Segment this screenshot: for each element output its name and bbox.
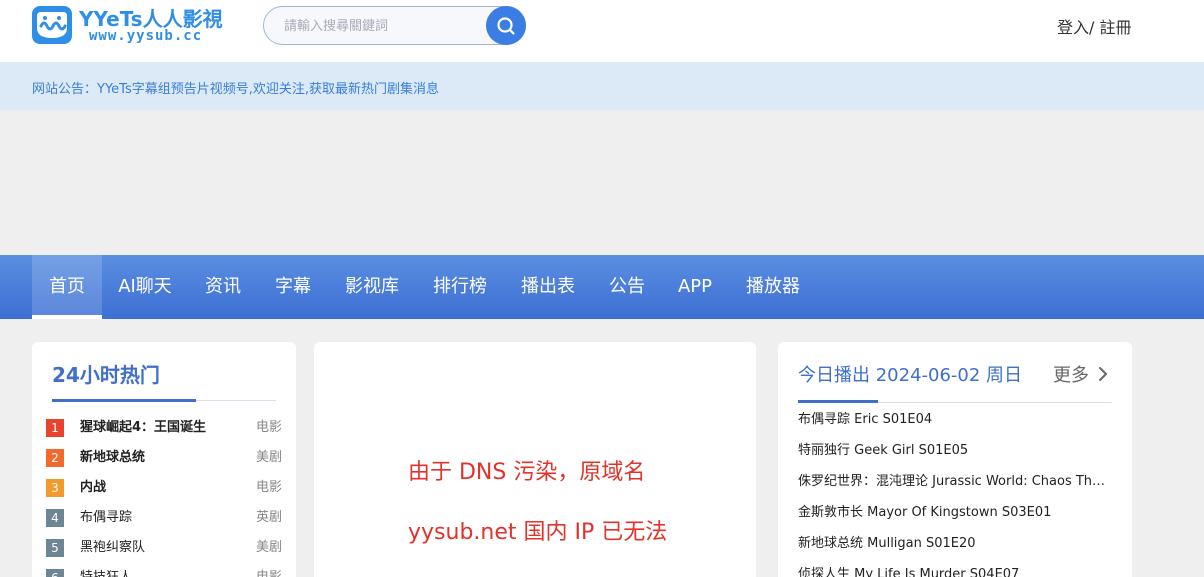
site-logo[interactable]: YYeTs人人影視 www.yysub.cc	[32, 4, 242, 46]
logo-subtitle: www.yysub.cc	[89, 28, 203, 44]
hot-list-item[interactable]: 4 布偶寻踪 英剧	[46, 508, 282, 528]
today-schedule-panel: 今日播出 2024-06-02 周日 更多 布偶寻踪 Eric S01E04 特…	[778, 342, 1132, 577]
rank-badge: 4	[46, 509, 64, 527]
hot-list-item[interactable]: 6 特技狂人 电影	[46, 568, 282, 577]
site-notice-bar: 网站公告：YYeTs字幕组预告片视频号,欢迎关注,获取最新热门剧集消息	[0, 62, 1204, 110]
title-underline	[798, 400, 878, 403]
nav-item-home[interactable]: 首页	[32, 255, 102, 319]
schedule-item[interactable]: 金斯敦市长 Mayor Of Kingstown S03E01	[798, 503, 1108, 523]
rank-badge: 3	[46, 479, 64, 497]
schedule-item[interactable]: 侦探人生 My Life Is Murder S04E07	[798, 565, 1108, 577]
schedule-item[interactable]: 侏罗纪世界：混沌理论 Jurassic World: Chaos Theory …	[798, 472, 1108, 492]
hot-item-category: 美剧	[255, 450, 282, 465]
search-box	[263, 6, 526, 45]
search-icon	[497, 17, 515, 35]
dns-notice-panel: 由于 DNS 污染，原域名 yysub.net 国内 IP 已无法	[314, 342, 756, 577]
site-header: YYeTs人人影視 www.yysub.cc 登入/ 註冊	[0, 0, 1204, 62]
hot-list-item[interactable]: 2 新地球总统 美剧	[46, 448, 282, 468]
hot-panel-title: 24小时热门	[52, 363, 160, 387]
nav-item-announcements[interactable]: 公告	[596, 255, 658, 319]
more-link[interactable]: 更多	[1053, 361, 1109, 387]
hot-item-title[interactable]: 特技狂人	[80, 568, 132, 577]
hot-item-title[interactable]: 内战	[80, 478, 106, 498]
nav-item-news[interactable]: 资讯	[190, 255, 256, 319]
schedule-item[interactable]: 布偶寻踪 Eric S01E04	[798, 410, 1108, 430]
schedule-item[interactable]: 特丽独行 Geek Girl S01E05	[798, 441, 1108, 461]
hot-item-category: 电影	[255, 480, 282, 495]
rank-badge: 2	[46, 449, 64, 467]
main-nav: 首页 AI聊天 资讯 字幕 影视库 排行榜 播出表 公告 APP 播放器	[0, 255, 1204, 319]
search-button[interactable]	[486, 6, 526, 45]
hot-item-title[interactable]: 新地球总统	[80, 448, 145, 468]
nav-item-subtitles[interactable]: 字幕	[260, 255, 326, 319]
nav-item-ai-chat[interactable]: AI聊天	[104, 255, 186, 319]
nav-item-library[interactable]: 影视库	[332, 255, 412, 319]
hot-list-item[interactable]: 1 猩球崛起4：王国诞生 电影	[46, 418, 282, 438]
search-input[interactable]	[284, 16, 484, 36]
site-notice-text[interactable]: 网站公告：YYeTs字幕组预告片视频号,欢迎关注,获取最新热门剧集消息	[32, 78, 439, 97]
logo-icon	[32, 6, 72, 44]
login-register-link[interactable]: 登入/ 註冊	[1057, 14, 1131, 38]
hot-item-category: 美剧	[255, 540, 282, 555]
nav-item-schedule[interactable]: 播出表	[508, 255, 588, 319]
hot-list-item[interactable]: 5 黑袍纠察队 美剧	[46, 538, 282, 558]
hot-item-title[interactable]: 黑袍纠察队	[80, 538, 145, 558]
nav-item-player[interactable]: 播放器	[732, 255, 814, 319]
nav-item-app[interactable]: APP	[666, 255, 724, 319]
chevron-right-icon	[1098, 367, 1107, 381]
dns-notice-line: yysub.net 国内 IP 已无法	[408, 520, 668, 545]
hot-item-category: 电影	[255, 420, 282, 435]
today-schedule-title: 今日播出 2024-06-02 周日	[798, 365, 1023, 386]
title-underline	[52, 399, 196, 402]
more-label: 更多	[1053, 365, 1089, 386]
schedule-item[interactable]: 新地球总统 Mulligan S01E20	[798, 534, 1108, 554]
rank-badge: 1	[46, 419, 64, 437]
hot-list-item[interactable]: 3 内战 电影	[46, 478, 282, 498]
dns-notice-line: 由于 DNS 污染，原域名	[408, 460, 646, 485]
hot-item-title[interactable]: 猩球崛起4：王国诞生	[80, 418, 206, 438]
rank-badge: 6	[46, 569, 64, 577]
hot-item-category: 电影	[256, 568, 282, 577]
hot-item-title[interactable]: 布偶寻踪	[80, 508, 132, 528]
rank-badge: 5	[46, 539, 64, 557]
hot-item-category: 英剧	[255, 510, 282, 525]
nav-item-ranking[interactable]: 排行榜	[420, 255, 500, 319]
hot-24h-panel: 24小时热门 1 猩球崛起4：王国诞生 电影 2 新地球总统 美剧 3 内战 电…	[32, 342, 296, 577]
